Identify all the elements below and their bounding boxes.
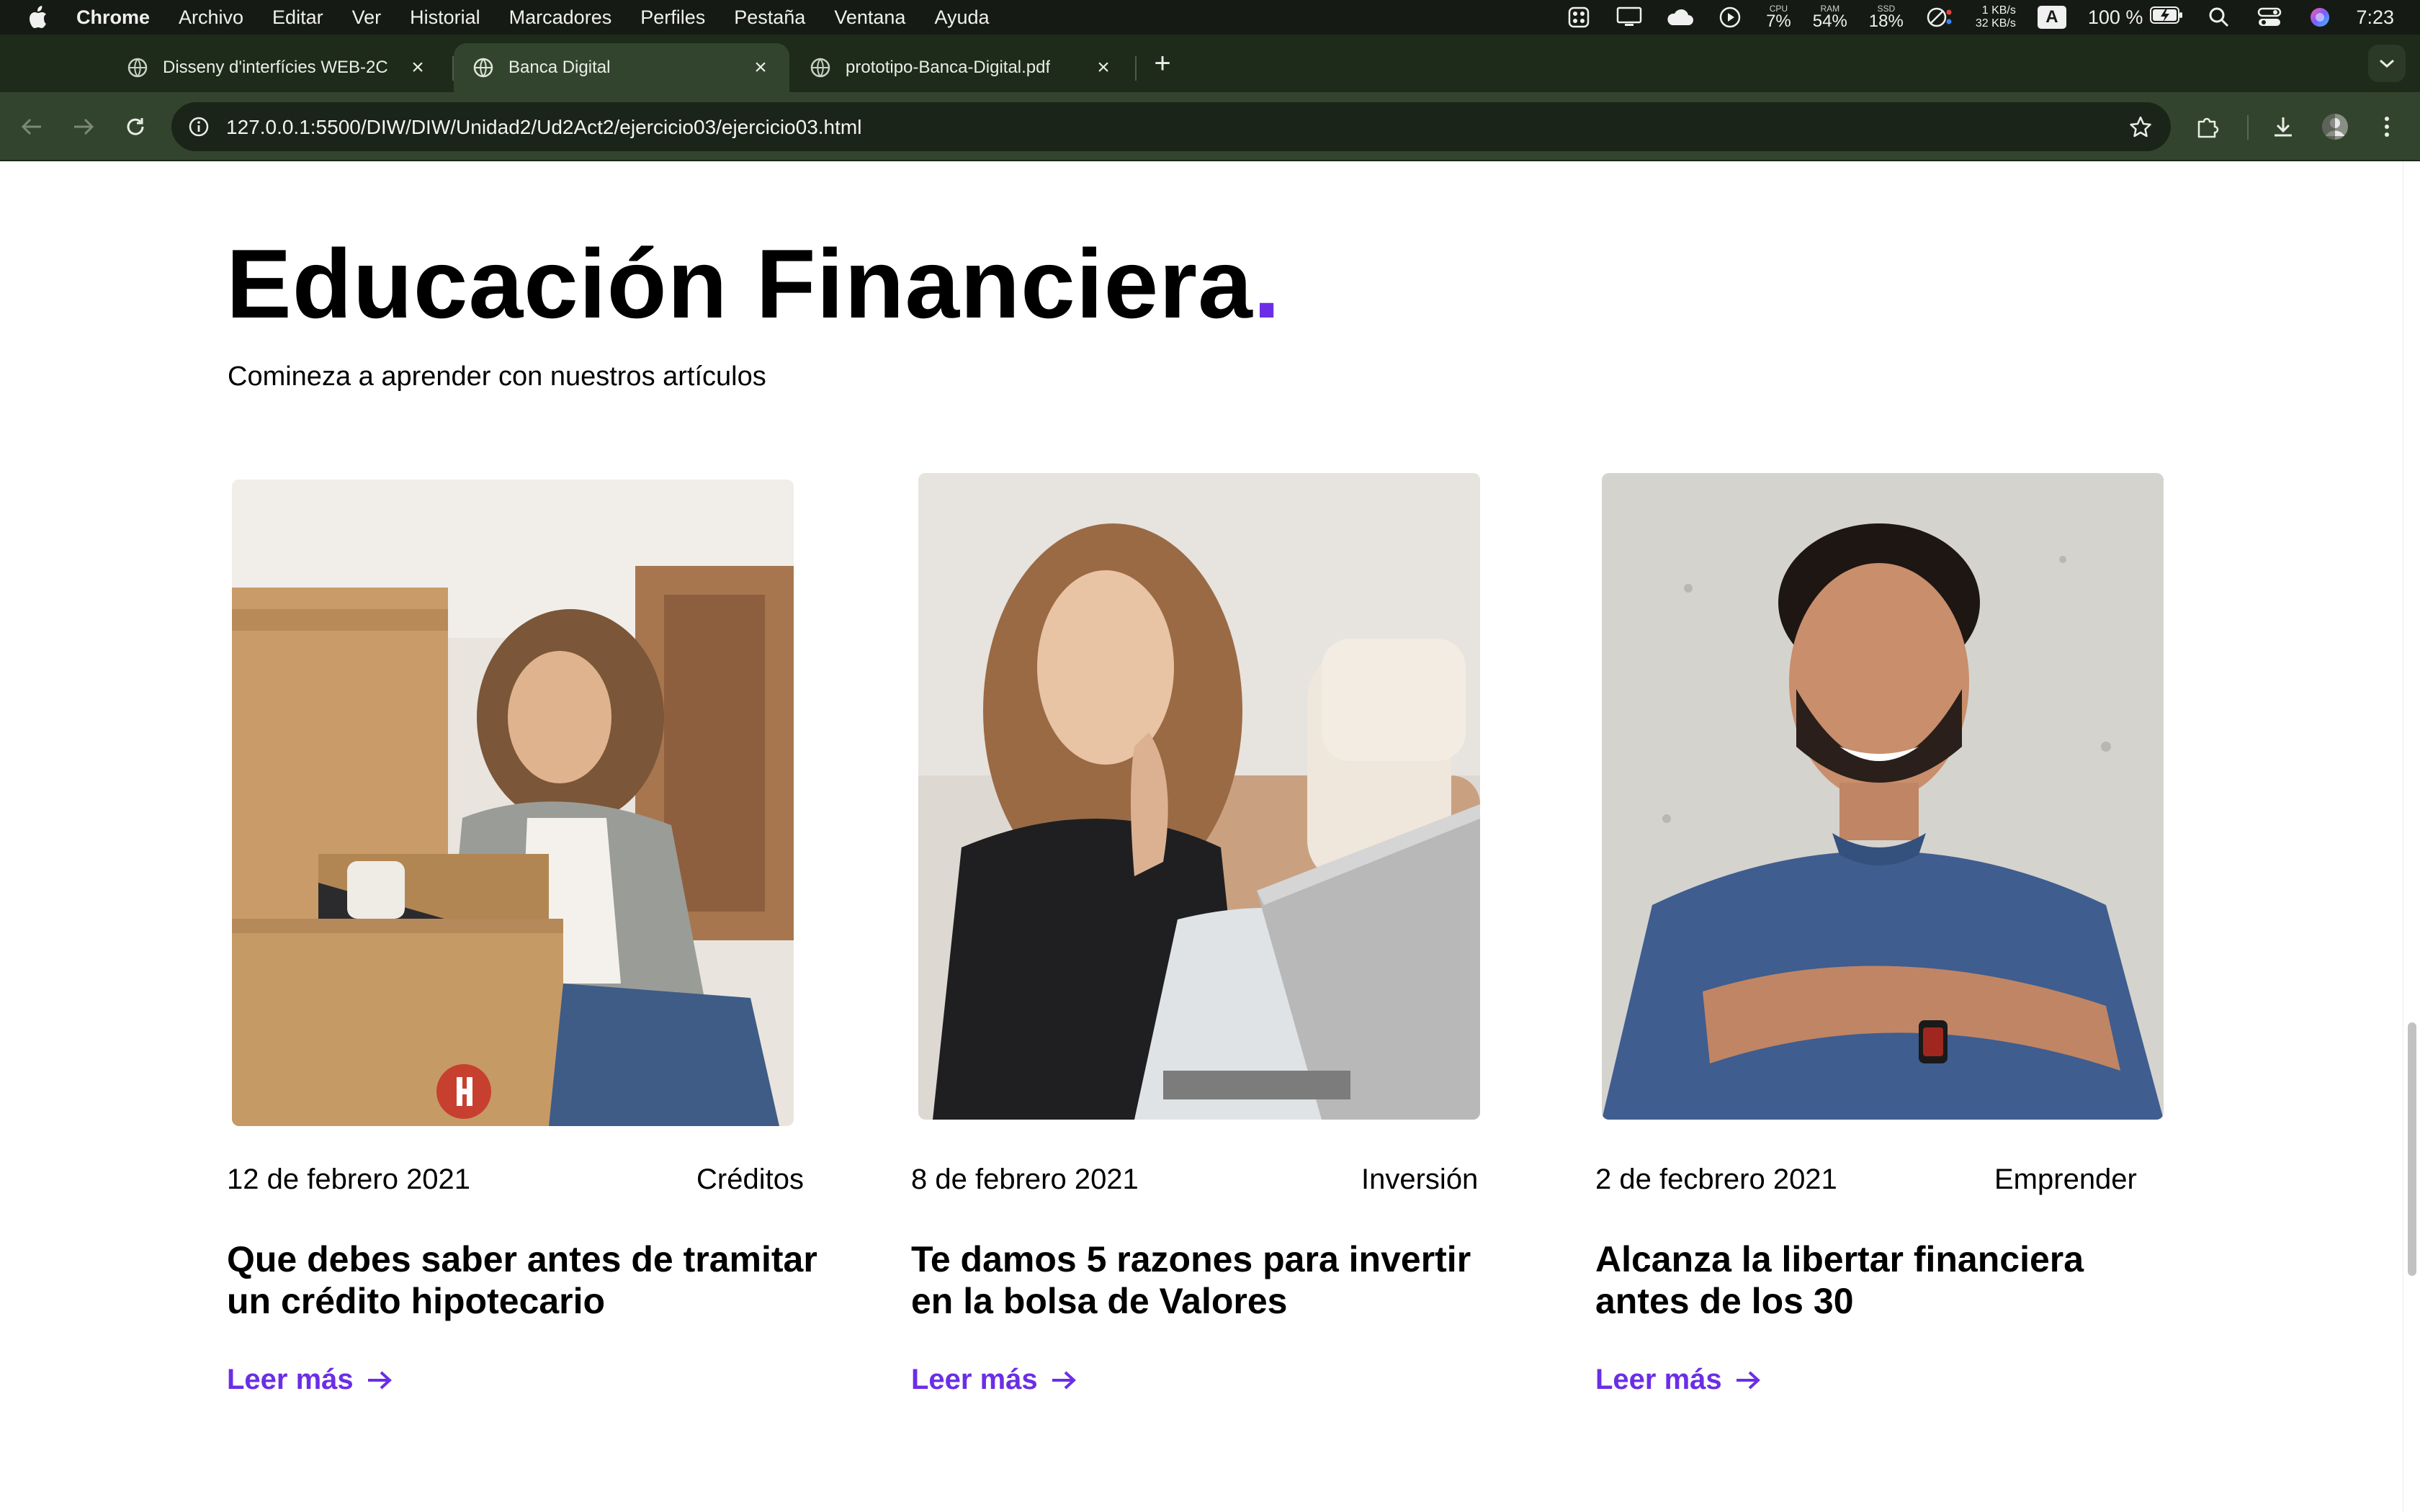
tab-close-icon[interactable]: × [749, 55, 772, 79]
address-bar[interactable]: 127.0.0.1:5500/DIW/DIW/Unidad2/Ud2Act2/e… [171, 102, 2171, 151]
profile-avatar[interactable] [2318, 109, 2352, 144]
page-scrollbar[interactable] [2403, 161, 2420, 1512]
read-more-link[interactable]: Leer más [1595, 1364, 1761, 1396]
extensions-puzzle-icon[interactable] [2190, 109, 2224, 144]
apple-icon[interactable] [26, 5, 50, 30]
article-category: Inversión [1361, 1164, 1479, 1195]
globe-icon [127, 57, 148, 78]
menu-ventana[interactable]: Ventana [834, 6, 905, 29]
menu-historial[interactable]: Historial [410, 6, 480, 29]
section-subheading: Comineza a aprender con nuestros artícul… [228, 361, 766, 392]
arrow-right-icon [367, 1371, 392, 1389]
menu-app-chrome[interactable]: Chrome [76, 6, 150, 29]
read-more-link[interactable]: Leer más [911, 1364, 1077, 1396]
browser-toolbar: 127.0.0.1:5500/DIW/DIW/Unidad2/Ud2Act2/e… [0, 92, 2420, 161]
tab-prototipo-pdf[interactable]: prototipo-Banca-Digital.pdf × [791, 43, 1132, 92]
tab-disseny[interactable]: Disseny d'interfícies WEB-2C × [108, 43, 447, 92]
tab-close-icon[interactable]: × [1092, 55, 1115, 79]
ssd-meter[interactable]: SSD 18% [1869, 4, 1904, 30]
menu-bar-status-area: CPU 7% RAM 54% SSD 18% 1 KB/s 32 KB/s A … [1564, 0, 2394, 35]
tool-grid-icon[interactable] [1564, 5, 1593, 30]
arrow-right-icon [1052, 1371, 1076, 1389]
heading-accent-dot: . [1252, 229, 1281, 338]
menu-ver[interactable]: Ver [352, 6, 382, 29]
ram-meter[interactable]: RAM 54% [1813, 4, 1847, 30]
article-photo-smiling-man-arms-crossed[interactable] [1602, 473, 2164, 1120]
clock[interactable]: 7:23 [2356, 6, 2394, 29]
article-title[interactable]: Alcanza la libertar financiera antes de … [1595, 1238, 2186, 1322]
menu-pestana[interactable]: Pestaña [734, 6, 805, 29]
siri-icon[interactable] [2305, 5, 2334, 30]
tab-banca-digital[interactable]: Banca Digital × [454, 43, 789, 92]
article-category: Emprender [1994, 1164, 2137, 1195]
play-circle-icon[interactable] [1716, 5, 1744, 30]
cpu-meter[interactable]: CPU 7% [1766, 4, 1791, 30]
tab-separator [1135, 56, 1137, 81]
download-icon[interactable] [2266, 109, 2300, 144]
article-photo-woman-laptop-boxes[interactable] [232, 480, 794, 1126]
input-source-badge[interactable]: A [2037, 6, 2066, 29]
arrow-right-icon [1736, 1371, 1760, 1389]
gpu-gauge-icon[interactable] [1925, 5, 1954, 30]
tab-search-chevron-down-icon[interactable] [2368, 45, 2406, 82]
reload-icon[interactable] [118, 109, 153, 144]
article-photo-woman-chin-on-hand[interactable] [918, 473, 1480, 1120]
chrome-menu-kebab-icon[interactable] [2370, 109, 2404, 144]
cloud-icon[interactable] [1665, 5, 1694, 30]
forward-arrow-icon[interactable] [66, 109, 101, 144]
article-category: Créditos [696, 1164, 804, 1195]
menu-editar[interactable]: Editar [272, 6, 323, 29]
bookmark-star-icon[interactable] [2126, 112, 2155, 141]
scrollbar-thumb[interactable] [2408, 1022, 2416, 1276]
tab-close-icon[interactable]: × [406, 55, 429, 79]
article-date: 12 de febrero 2021 [227, 1164, 471, 1195]
menu-ayuda[interactable]: Ayuda [934, 6, 989, 29]
new-tab-plus-icon[interactable]: + [1148, 49, 1177, 78]
article-date: 2 de fecbrero 2021 [1595, 1164, 1837, 1195]
back-arrow-icon[interactable] [14, 109, 49, 144]
section-heading: Educación Financiera. [226, 229, 1281, 338]
menu-marcadores[interactable]: Marcadores [509, 6, 612, 29]
article-date: 8 de febrero 2021 [911, 1164, 1139, 1195]
battery-charging-icon [2150, 6, 2183, 29]
macos-menu-bar: Chrome Archivo Editar Ver Historial Marc… [0, 0, 2420, 35]
display-icon[interactable] [1615, 5, 1644, 30]
web-page-viewport: Educación Financiera. Comineza a aprende… [0, 161, 2420, 1512]
network-meter[interactable]: 1 KB/s 32 KB/s [1976, 4, 2016, 30]
menu-archivo[interactable]: Archivo [179, 6, 243, 29]
read-more-link[interactable]: Leer más [227, 1364, 393, 1396]
control-center-icon[interactable] [2255, 5, 2284, 30]
article-title[interactable]: Que debes saber antes de tramitar un cré… [227, 1238, 817, 1322]
globe-icon [472, 57, 494, 78]
spotlight-search-icon[interactable] [2205, 5, 2233, 30]
site-info-icon[interactable] [184, 112, 213, 141]
battery-status[interactable]: 100 % [2088, 6, 2184, 29]
toolbar-divider [2247, 115, 2249, 140]
address-url-text[interactable]: 127.0.0.1:5500/DIW/DIW/Unidad2/Ud2Act2/e… [226, 116, 861, 139]
article-title[interactable]: Te damos 5 razones para invertir en la b… [911, 1238, 1502, 1322]
browser-tab-strip: Disseny d'interfícies WEB-2C × Banca Dig… [0, 35, 2420, 92]
menu-perfiles[interactable]: Perfiles [640, 6, 705, 29]
globe-icon [810, 57, 831, 78]
